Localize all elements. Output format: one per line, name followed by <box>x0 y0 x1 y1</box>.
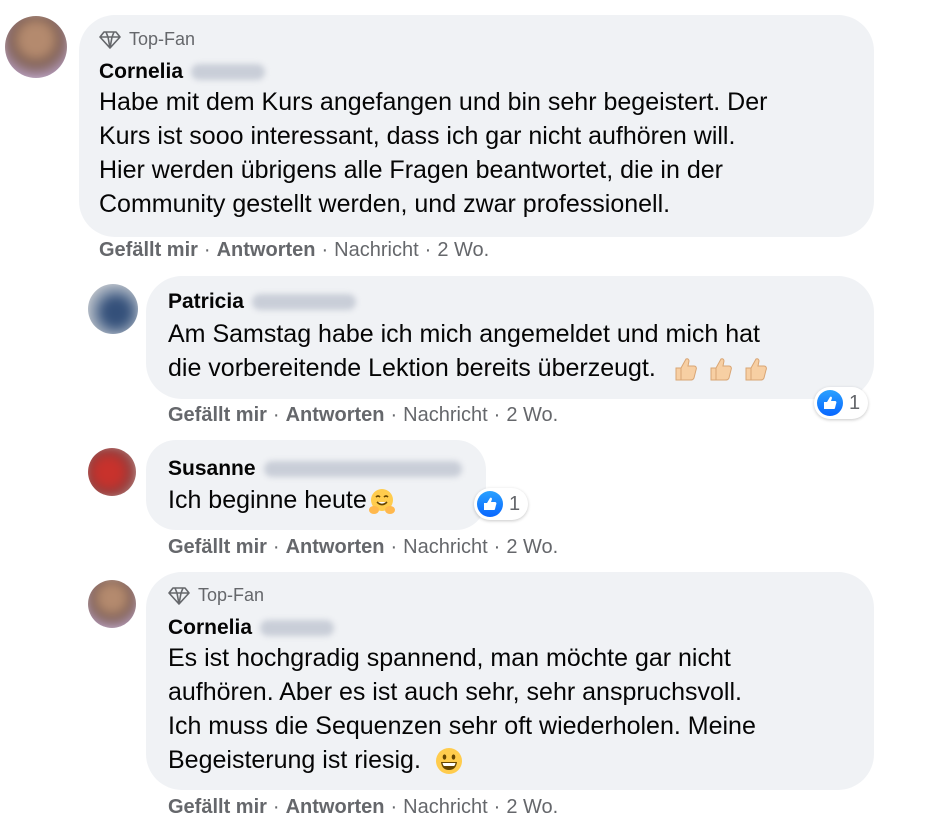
timestamp[interactable]: 2 Wo. <box>506 536 558 559</box>
comment-text: Ich beginne heute <box>168 483 397 517</box>
comment-actions: Gefällt mir · Antworten · Nachricht · 2 … <box>168 796 558 819</box>
comment-bubble: Patricia Am Samstag habe ich mich angeme… <box>146 276 874 399</box>
separator: · <box>272 536 280 558</box>
avatar[interactable] <box>88 448 136 496</box>
reaction-counter[interactable]: 1 <box>814 387 869 419</box>
blurred-surname <box>251 294 356 310</box>
separator: · <box>390 404 398 426</box>
like-action[interactable]: Gefällt mir <box>168 796 267 819</box>
diamond-icon <box>168 586 190 605</box>
avatar[interactable] <box>88 284 138 334</box>
separator: · <box>493 404 501 426</box>
comment-bubble: Top-Fan Cornelia Habe mit dem Kurs angef… <box>79 15 874 237</box>
separator: · <box>390 536 398 558</box>
reaction-counter[interactable]: 1 <box>474 488 529 520</box>
message-action[interactable]: Nachricht <box>403 404 487 427</box>
thumbs-up-emoji <box>710 358 732 381</box>
comment-line: Ich beginne heute <box>168 486 367 514</box>
reaction-count: 1 <box>849 391 861 414</box>
like-action[interactable]: Gefällt mir <box>99 239 198 262</box>
comment-actions: Gefällt mir · Antworten · Nachricht · 2 … <box>168 404 558 427</box>
blurred-surname <box>191 64 266 80</box>
author-name[interactable]: Patricia <box>168 290 244 314</box>
like-reaction-icon <box>817 390 843 416</box>
comment-line: Habe mit dem Kurs angefangen und bin seh… <box>99 88 768 116</box>
reaction-count: 1 <box>509 492 521 515</box>
reply-action[interactable]: Antworten <box>286 404 385 427</box>
timestamp[interactable]: 2 Wo. <box>506 404 558 427</box>
comment-line: Community gestellt werden, und zwar prof… <box>99 190 671 218</box>
thumbs-up-emoji <box>675 358 697 381</box>
diamond-icon <box>99 30 121 49</box>
badge-label: Top-Fan <box>198 585 265 605</box>
comment-actions: Gefällt mir · Antworten · Nachricht · 2 … <box>168 536 558 559</box>
hugging-face-emoji <box>368 489 395 515</box>
message-action[interactable]: Nachricht <box>403 796 487 819</box>
comment-line: die vorbereitende Lektion bereits überze… <box>168 354 656 382</box>
top-fan-badge: Top-Fan <box>168 585 264 606</box>
message-action[interactable]: Nachricht <box>334 239 418 262</box>
grinning-face-emoji <box>435 748 462 775</box>
comment-text: Es ist hochgradig spannend, man möchte g… <box>168 641 756 777</box>
comment-line: Am Samstag habe ich mich angemeldet und … <box>168 320 760 348</box>
separator: · <box>203 239 211 261</box>
separator: · <box>424 239 432 261</box>
author-name[interactable]: Cornelia <box>99 60 183 84</box>
timestamp[interactable]: 2 Wo. <box>437 239 489 262</box>
comment-line: Hier werden übrigens alle Fragen beantwo… <box>99 156 723 184</box>
separator: · <box>493 796 501 818</box>
comment-text: Am Samstag habe ich mich angemeldet und … <box>168 317 769 385</box>
separator: · <box>272 796 280 818</box>
author-name[interactable]: Cornelia <box>168 616 252 640</box>
comment-actions: Gefällt mir · Antworten · Nachricht · 2 … <box>99 239 489 262</box>
comment-line: Kurs ist sooo interessant, dass ich gar … <box>99 122 736 150</box>
avatar[interactable] <box>5 16 67 78</box>
separator: · <box>272 404 280 426</box>
author-name[interactable]: Susanne <box>168 457 256 481</box>
reply-action[interactable]: Antworten <box>217 239 316 262</box>
separator: · <box>493 536 501 558</box>
like-action[interactable]: Gefällt mir <box>168 536 267 559</box>
message-action[interactable]: Nachricht <box>403 536 487 559</box>
comment-line: aufhören. Aber es ist auch sehr, sehr an… <box>168 678 742 706</box>
reply-action[interactable]: Antworten <box>286 796 385 819</box>
comment-line: Begeisterung ist riesig. <box>168 746 421 774</box>
separator: · <box>321 239 329 261</box>
comment-text: Habe mit dem Kurs angefangen und bin seh… <box>99 85 767 221</box>
reply-action[interactable]: Antworten <box>286 536 385 559</box>
avatar[interactable] <box>88 580 136 628</box>
thumbs-up-emoji-group <box>671 354 769 382</box>
like-reaction-icon <box>477 491 503 517</box>
like-action[interactable]: Gefällt mir <box>168 404 267 427</box>
thumbs-up-emoji <box>745 358 767 381</box>
comment-bubble: Top-Fan Cornelia Es ist hochgradig spann… <box>146 572 874 790</box>
badge-label: Top-Fan <box>129 29 196 49</box>
timestamp[interactable]: 2 Wo. <box>506 796 558 819</box>
top-fan-badge: Top-Fan <box>99 29 195 50</box>
comment-line: Ich muss die Sequenzen sehr oft wiederho… <box>168 712 756 740</box>
comment-line: Es ist hochgradig spannend, man möchte g… <box>168 644 731 672</box>
blurred-surname <box>263 461 462 477</box>
comment-bubble: Susanne Ich beginne heute <box>146 440 486 530</box>
blurred-surname <box>260 620 335 636</box>
separator: · <box>390 796 398 818</box>
